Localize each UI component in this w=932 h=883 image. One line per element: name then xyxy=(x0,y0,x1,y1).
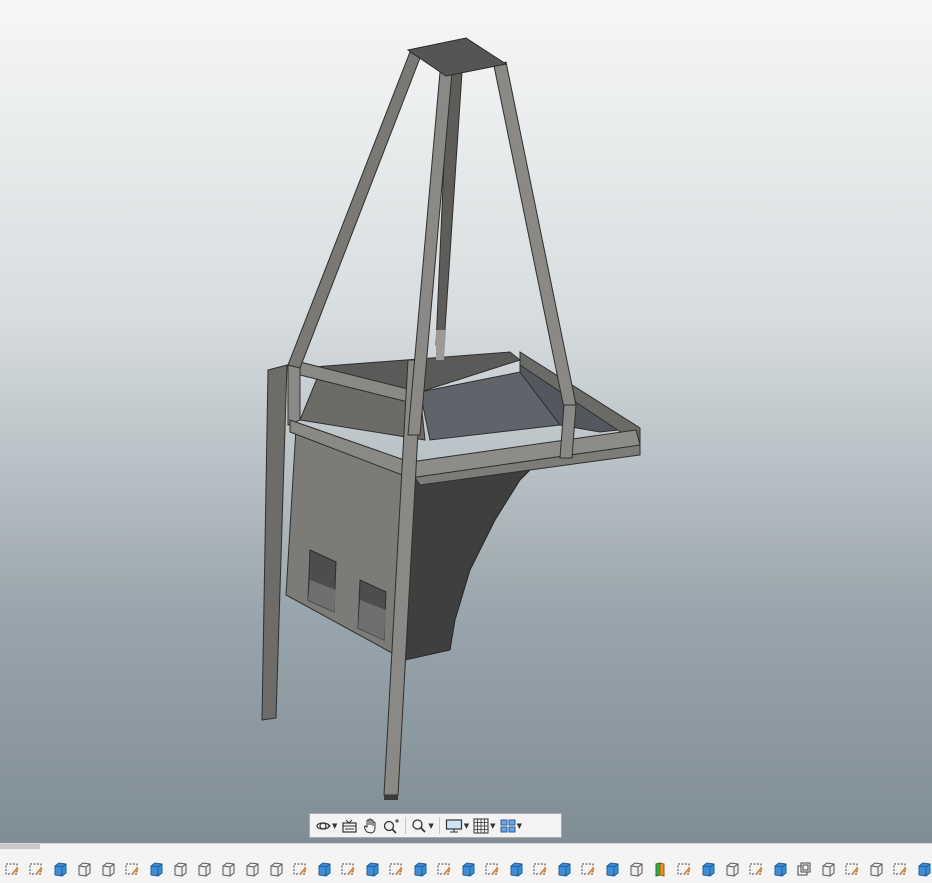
timeline-item-body-icon[interactable] xyxy=(624,858,648,880)
tower-top-plate xyxy=(406,37,508,77)
chevron-down-icon: ▼ xyxy=(463,821,470,830)
timeline-item-body-icon[interactable] xyxy=(168,858,192,880)
grid-settings-button[interactable]: ▼ xyxy=(471,815,497,836)
timeline-item-sketch-icon[interactable] xyxy=(480,858,504,880)
timeline-item-extrude-icon[interactable] xyxy=(912,858,932,880)
zoom-icon xyxy=(412,818,427,833)
timeline-item-body-icon[interactable] xyxy=(216,858,240,880)
hopper-funnel xyxy=(404,454,547,661)
timeline-item-extrude-icon[interactable] xyxy=(312,858,336,880)
timeline-item-sketch-icon[interactable] xyxy=(840,858,864,880)
timeline-item-body-icon[interactable] xyxy=(720,858,744,880)
timeline-bar xyxy=(0,843,932,883)
tower-strut-left xyxy=(287,51,421,369)
timeline-item-extrude-icon[interactable] xyxy=(696,858,720,880)
chevron-down-icon: ▼ xyxy=(332,821,338,830)
pan-icon xyxy=(364,818,376,834)
timeline-item-body-icon[interactable] xyxy=(240,858,264,880)
viewports-icon xyxy=(500,819,516,832)
leg-back-left xyxy=(261,364,288,721)
timeline-item-extrude-icon[interactable] xyxy=(48,858,72,880)
timeline-item-extrude-icon[interactable] xyxy=(456,858,480,880)
timeline-item-sketch-icon[interactable] xyxy=(744,858,768,880)
timeline-item-body-icon[interactable] xyxy=(192,858,216,880)
orbit-button[interactable]: ▼ xyxy=(313,815,339,836)
toolbar-divider xyxy=(405,817,407,834)
timeline-item-extrude-icon[interactable] xyxy=(768,858,792,880)
3d-viewport[interactable]: ▼ ▼ ▼ ▼ ▼ xyxy=(0,0,932,843)
timeline-item-body-icon[interactable] xyxy=(816,858,840,880)
chevron-down-icon: ▼ xyxy=(490,821,496,830)
timeline xyxy=(0,858,932,880)
toolbar-divider xyxy=(438,817,440,834)
zoom-window-icon xyxy=(384,818,400,834)
timeline-item-extrude-icon[interactable] xyxy=(144,858,168,880)
navigation-toolbar: ▼ ▼ ▼ ▼ ▼ xyxy=(309,813,562,838)
timeline-item-sketch-icon[interactable] xyxy=(672,858,696,880)
timeline-scrollbar[interactable] xyxy=(0,844,40,849)
timeline-item-extrude-icon[interactable] xyxy=(504,858,528,880)
pan-button[interactable] xyxy=(360,815,380,836)
timeline-item-shell-icon[interactable] xyxy=(792,858,816,880)
zoom-window-button[interactable] xyxy=(380,815,402,836)
viewports-button[interactable]: ▼ xyxy=(498,815,524,836)
zoom-button[interactable]: ▼ xyxy=(409,815,435,836)
timeline-item-sketch-icon[interactable] xyxy=(384,858,408,880)
chevron-down-icon: ▼ xyxy=(428,821,434,830)
orbit-icon xyxy=(316,821,331,830)
look-at-icon xyxy=(342,819,357,833)
display-settings-icon xyxy=(445,818,462,832)
grid-settings-icon xyxy=(473,818,489,833)
timeline-item-extrude-icon[interactable] xyxy=(360,858,384,880)
timeline-item-sketch-icon[interactable] xyxy=(0,858,24,880)
chevron-down-icon: ▼ xyxy=(516,821,522,830)
timeline-item-body-icon[interactable] xyxy=(72,858,96,880)
timeline-item-body-icon[interactable] xyxy=(264,858,288,880)
timeline-item-extrude-icon[interactable] xyxy=(552,858,576,880)
timeline-item-sketch-icon[interactable] xyxy=(24,858,48,880)
timeline-item-sketch-icon[interactable] xyxy=(888,858,912,880)
timeline-item-body-icon[interactable] xyxy=(864,858,888,880)
display-settings-button[interactable]: ▼ xyxy=(443,815,471,836)
timeline-item-body-icon[interactable] xyxy=(96,858,120,880)
frame-left-beam xyxy=(287,361,301,426)
look-at-button[interactable] xyxy=(339,815,360,836)
timeline-item-sketch-icon[interactable] xyxy=(336,858,360,880)
timeline-item-sketch-icon[interactable] xyxy=(576,858,600,880)
timeline-item-sketch-icon[interactable] xyxy=(288,858,312,880)
timeline-item-extrude-icon[interactable] xyxy=(600,858,624,880)
timeline-item-sketch-icon[interactable] xyxy=(120,858,144,880)
timeline-item-sketch-icon[interactable] xyxy=(432,858,456,880)
hopper-frame-model[interactable] xyxy=(0,0,932,843)
timeline-item-appearance-icon[interactable] xyxy=(648,858,672,880)
timeline-item-sketch-icon[interactable] xyxy=(528,858,552,880)
timeline-item-extrude-icon[interactable] xyxy=(408,858,432,880)
